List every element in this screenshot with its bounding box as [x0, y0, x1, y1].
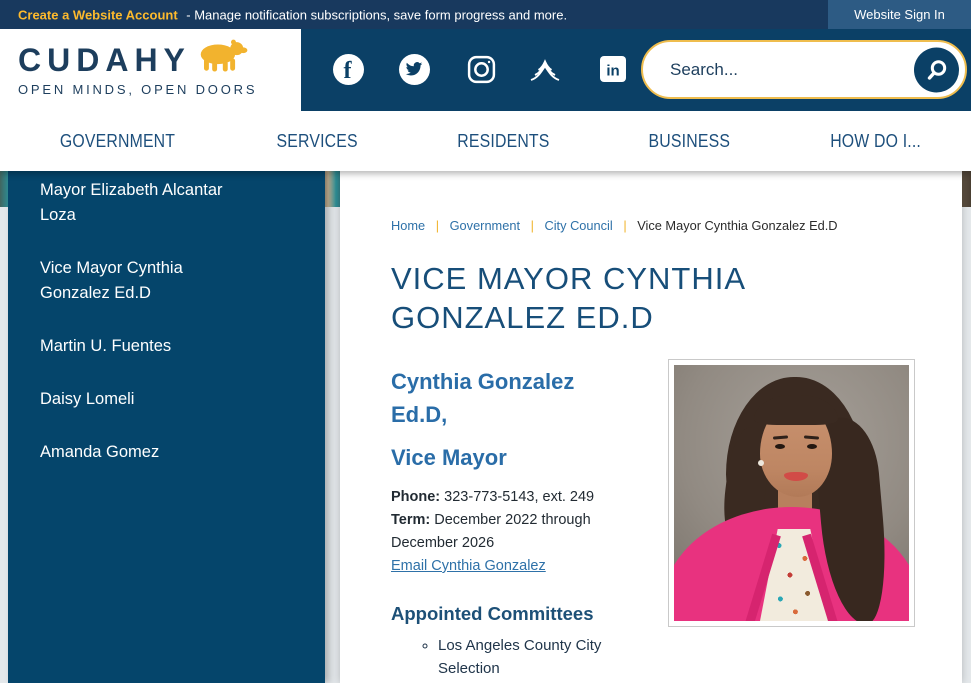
search-icon [927, 60, 946, 80]
nav-item-how-do-i[interactable]: HOW DO I... [830, 131, 921, 152]
primary-nav: GOVERNMENT SERVICES RESIDENTS BUSINESS H… [0, 111, 971, 171]
bear-icon [193, 38, 251, 79]
breadcrumb-home[interactable]: Home [391, 218, 425, 233]
breadcrumb: Home | Government | City Council | Vice … [391, 218, 915, 233]
breadcrumb-separator: | [530, 218, 534, 233]
create-account-link[interactable]: Create a Website Account [18, 7, 178, 22]
main-content: Home | Government | City Council | Vice … [340, 171, 962, 683]
facebook-icon[interactable]: f [331, 52, 365, 86]
logo-tagline: OPEN MINDS, OPEN DOORS [18, 82, 258, 97]
nav-item-residents[interactable]: RESIDENTS [457, 131, 549, 152]
profile-term: Term: December 2022 through December 202… [391, 509, 629, 555]
account-promo-description: - Manage notification subscriptions, sav… [186, 7, 568, 22]
site-logo[interactable]: CUDAHY OPEN MINDS, OPEN DOORS [18, 38, 258, 97]
twitter-icon[interactable] [397, 52, 431, 86]
nextdoor-icon[interactable] [528, 52, 562, 86]
utility-bar: Create a Website Account - Manage notifi… [0, 0, 971, 29]
search-button[interactable] [914, 47, 959, 92]
email-link[interactable]: Email Cynthia Gonzalez [391, 555, 546, 578]
search-bar [641, 40, 967, 99]
portrait-photo [674, 365, 909, 621]
instagram-icon[interactable] [464, 52, 498, 86]
logo-wordmark: CUDAHY [18, 41, 191, 78]
website-sign-in-button[interactable]: Website Sign In [828, 0, 971, 29]
nav-item-government[interactable]: GOVERNMENT [60, 131, 175, 152]
profile-details: Cynthia Gonzalez Ed.D, Vice Mayor Phone:… [391, 365, 659, 680]
portrait-frame [668, 359, 915, 627]
linkedin-icon[interactable]: in [596, 52, 630, 86]
committees-heading: Appointed Committees [391, 603, 594, 624]
sidebar-item-gomez[interactable]: Amanda Gomez [40, 440, 255, 465]
breadcrumb-city-council[interactable]: City Council [544, 218, 612, 233]
phone-value: 323-773-5143, ext. 249 [444, 489, 595, 505]
committee-item: Los Angeles County City Selection [438, 634, 616, 680]
svg-text:in: in [606, 63, 619, 80]
portrait-column [668, 359, 915, 680]
nav-item-services[interactable]: SERVICES [276, 131, 357, 152]
site-header: CUDAHY OPEN MINDS, OPEN DOORS f in Searc… [0, 29, 971, 111]
breadcrumb-current: Vice Mayor Cynthia Gonzalez Ed.D [637, 218, 838, 233]
sidebar-item-mayor[interactable]: Mayor Elizabeth Alcantar Loza [40, 178, 255, 228]
profile-role: Vice Mayor [391, 445, 507, 470]
breadcrumb-separator: | [623, 218, 627, 233]
committees-list: Los Angeles County City Selection [391, 634, 659, 680]
phone-label: Phone: [391, 489, 441, 505]
breadcrumb-separator: | [435, 218, 440, 233]
profile-name: Cynthia Gonzalez Ed.D, [391, 369, 575, 427]
page-title: VICE MAYOR CYNTHIA GONZALEZ ED.D [391, 261, 745, 335]
term-label: Term: [391, 512, 431, 528]
search-input[interactable] [670, 42, 900, 97]
account-promo-text: Create a Website Account - Manage notifi… [18, 7, 567, 22]
breadcrumb-government[interactable]: Government [450, 218, 520, 233]
council-sidebar: Mayor Elizabeth Alcantar Loza Vice Mayor… [8, 171, 325, 683]
sidebar-item-vice-mayor[interactable]: Vice Mayor Cynthia Gonzalez Ed.D [40, 256, 255, 306]
sidebar-item-lomeli[interactable]: Daisy Lomeli [40, 387, 255, 412]
sidebar-item-fuentes[interactable]: Martin U. Fuentes [40, 334, 255, 359]
profile-phone: Phone: 323-773-5143, ext. 249 [391, 486, 629, 509]
nav-item-business[interactable]: BUSINESS [649, 131, 731, 152]
